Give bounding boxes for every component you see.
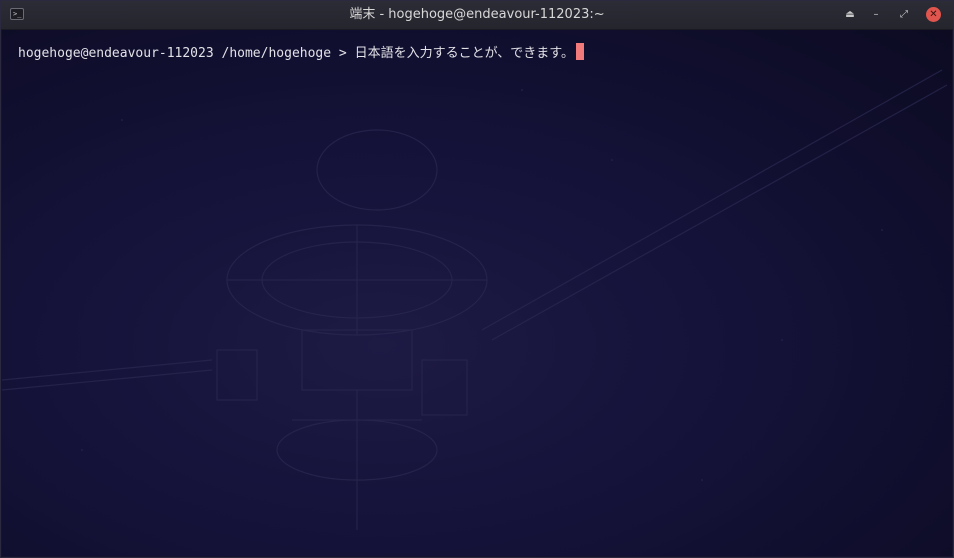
- input-text[interactable]: 日本語を入力することが、できます。: [355, 46, 574, 61]
- prompt-user-host: hogehoge@endeavour-112023: [18, 46, 214, 61]
- command-line[interactable]: hogehoge@endeavour-112023 /home/hogehoge…: [18, 43, 585, 63]
- terminal-window: >_ 端末 - hogehoge@endeavour-112023:~ ⏏ – …: [0, 0, 954, 558]
- prompt-path: /home/hogehoge: [221, 46, 332, 61]
- shade-icon[interactable]: ⏏: [841, 6, 859, 24]
- maximize-icon[interactable]: ⤢: [895, 6, 913, 24]
- close-icon[interactable]: ✕: [926, 7, 941, 22]
- text-cursor: [576, 43, 585, 60]
- background-spacecraft-art: [2, 69, 948, 530]
- title-bar[interactable]: >_ 端末 - hogehoge@endeavour-112023:~ ⏏ – …: [1, 1, 953, 30]
- prompt-symbol: >: [338, 46, 347, 61]
- minimize-icon[interactable]: –: [867, 6, 885, 24]
- terminal-area[interactable]: hogehoge@endeavour-112023 /home/hogehoge…: [2, 30, 952, 556]
- window-title: 端末 - hogehoge@endeavour-112023:~: [349, 7, 605, 22]
